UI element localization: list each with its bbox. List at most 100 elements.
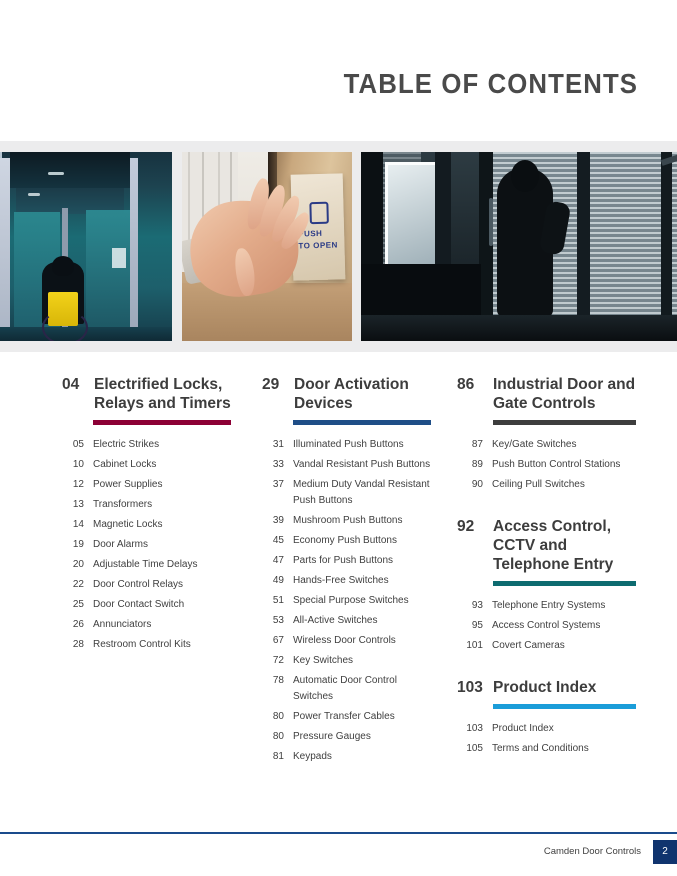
toc-entry[interactable]: 31 Illuminated Push Buttons [262,437,437,453]
toc-entry-page: 49 [272,575,284,586]
toc-entry[interactable]: 22 Door Control Relays [62,577,232,593]
toc-entry-page: 80 [272,731,284,742]
toc-entry-label: Magnetic Locks [93,519,163,530]
toc-section-title: Electrified Locks, Relays and Timers [94,376,231,412]
toc-entry[interactable]: 87 Key/Gate Switches [457,437,637,453]
toc-entry-page: 89 [471,459,483,470]
toc-entry-page: 37 [272,479,284,490]
toc-entry-page: 10 [72,459,84,470]
toc-entry-page: 12 [72,479,84,490]
wheelchair-icon [309,201,329,225]
toc-entry-label: Keypads [293,751,332,762]
toc-entry-label: Electric Strikes [93,439,160,450]
toc-entry-label: Adjustable Time Delays [93,559,198,570]
toc-entry-page: 22 [72,579,84,590]
toc-entry[interactable]: 90 Ceiling Pull Switches [457,477,637,493]
toc-entry[interactable]: 103 Product Index [457,721,637,737]
toc-entry-label: Product Index [492,723,554,734]
toc-section-heading[interactable]: 92 Access Control, CCTV and Telephone Ent… [457,517,637,574]
toc-entry[interactable]: 13 Transformers [62,497,232,513]
toc-section-heading[interactable]: 86 Industrial Door and Gate Controls [457,375,637,413]
toc-entry[interactable]: 95 Access Control Systems [457,618,637,634]
toc-entry[interactable]: 25 Door Contact Switch [62,597,232,613]
toc-entry-page: 28 [72,639,84,650]
toc-entry-page: 26 [72,619,84,630]
toc-section-title: Access Control, CCTV and Telephone Entry [493,518,614,573]
toc-entry[interactable]: 39 Mushroom Push Buttons [262,513,437,529]
toc-entry[interactable]: 101 Covert Cameras [457,638,637,654]
hero-image-band: PUSH TO OPEN [0,141,677,352]
toc-entry-label: Automatic Door Control Switches [293,675,397,702]
toc-entry-page: 53 [272,615,284,626]
toc-entry[interactable]: 51 Special Purpose Switches [262,593,437,609]
toc-column-2: 29 Door Activation Devices 31 Illuminated P… [262,375,437,771]
toc-section-heading[interactable]: 103 Product Index [457,678,637,697]
toc-entry-label: Hands-Free Switches [293,575,389,586]
toc-entry-page: 05 [72,439,84,450]
toc-entry[interactable]: 80 Power Transfer Cables [262,709,437,725]
toc-entry[interactable]: 93 Telephone Entry Systems [457,598,637,614]
toc-section-page: 92 [457,518,475,535]
toc-entry-label: All-Active Switches [293,615,378,626]
toc-section-title: Industrial Door and Gate Controls [493,376,636,412]
toc-entry-list: 93 Telephone Entry Systems 95 Access Contro… [457,598,637,654]
toc-entry-page: 45 [272,535,284,546]
toc-entry[interactable]: 33 Vandal Resistant Push Buttons [262,457,437,473]
toc-entry-label: Push Button Control Stations [492,459,621,470]
photo-hand-push-to-open-plate: PUSH TO OPEN [182,152,352,341]
toc-entry[interactable]: 20 Adjustable Time Delays [62,557,232,573]
toc-entry-label: Annunciators [93,619,152,630]
toc-entry[interactable]: 37 Medium Duty Vandal Resistant Push Butt… [262,477,437,509]
toc-entry[interactable]: 12 Power Supplies [62,477,232,493]
toc-section-rule [293,420,431,425]
toc-section-title: Product Index [493,679,597,696]
toc-entry-page: 80 [272,711,284,722]
toc-entry-label: Key Switches [293,655,354,666]
toc-entry-page: 13 [72,499,84,510]
toc-entry[interactable]: 67 Wireless Door Controls [262,633,437,649]
toc-entry[interactable]: 105 Terms and Conditions [457,741,637,757]
toc-section: 04 Electrified Locks, Relays and Timers 05… [62,375,232,653]
photo-wheelchair-user-automatic-door [0,152,172,341]
toc-section-rule [493,420,636,425]
toc-entry[interactable]: 89 Push Button Control Stations [457,457,637,473]
toc-entry-page: 72 [272,655,284,666]
toc-entry[interactable]: 10 Cabinet Locks [62,457,232,473]
toc-entry[interactable]: 28 Restroom Control Kits [62,637,232,653]
toc-entry[interactable]: 14 Magnetic Locks [62,517,232,533]
toc-entry[interactable]: 26 Annunciators [62,617,232,633]
toc-entry[interactable]: 53 All-Active Switches [262,613,437,629]
toc-section-page: 103 [457,679,483,696]
toc-entry-label: Ceiling Pull Switches [492,479,585,490]
toc-entry-page: 25 [72,599,84,610]
toc-section-heading[interactable]: 04 Electrified Locks, Relays and Timers [62,375,232,413]
toc-entry-page: 81 [272,751,284,762]
toc-entry-label: Economy Push Buttons [293,535,397,546]
toc-entry[interactable]: 78 Automatic Door Control Switches [262,673,437,705]
toc-entry-list: 31 Illuminated Push Buttons 33 Vandal Resis… [262,437,437,765]
toc-entry-label: Power Supplies [93,479,163,490]
toc-entry-page: 78 [272,675,284,686]
toc-entry-label: Cabinet Locks [93,459,157,470]
toc-entry[interactable]: 72 Key Switches [262,653,437,669]
toc-entry-page: 31 [272,439,284,450]
toc-column-1: 04 Electrified Locks, Relays and Timers 05… [62,375,232,659]
toc-section: 29 Door Activation Devices 31 Illuminated P… [262,375,437,765]
toc-entry[interactable]: 80 Pressure Gauges [262,729,437,745]
toc-entry-label: Illuminated Push Buttons [293,439,404,450]
toc-entry-page: 14 [72,519,84,530]
toc-entry-page: 51 [272,595,284,606]
toc-entry[interactable]: 47 Parts for Push Buttons [262,553,437,569]
toc-entry[interactable]: 81 Keypads [262,749,437,765]
toc-entry[interactable]: 05 Electric Strikes [62,437,232,453]
toc-entry-page: 101 [466,640,483,651]
photo-silhouette-glass-entrance [361,152,677,341]
toc-entry-page: 19 [72,539,84,550]
toc-entry[interactable]: 49 Hands-Free Switches [262,573,437,589]
toc-entry-label: Mushroom Push Buttons [293,515,403,526]
toc-entry[interactable]: 19 Door Alarms [62,537,232,553]
toc-section-heading[interactable]: 29 Door Activation Devices [262,375,437,413]
toc-entry[interactable]: 45 Economy Push Buttons [262,533,437,549]
